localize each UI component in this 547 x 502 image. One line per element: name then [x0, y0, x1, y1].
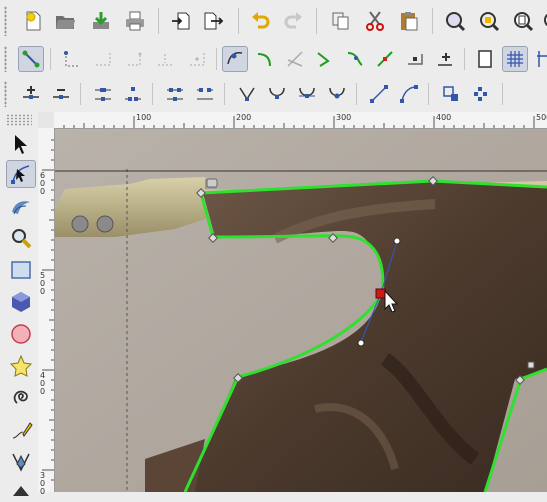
export-file-icon[interactable]	[200, 8, 226, 34]
snap-line-midpoint-icon[interactable]	[372, 46, 398, 72]
node-editor-tool-icon[interactable]	[6, 160, 36, 188]
horizontal-ruler[interactable]: 100 200 300 400 500	[54, 112, 547, 129]
ruler-label: 400	[436, 113, 452, 122]
zoom-tool-icon[interactable]	[6, 224, 36, 252]
snap-guide-icon[interactable]	[532, 46, 547, 72]
make-line-icon[interactable]	[366, 81, 392, 107]
new-document-icon[interactable]	[20, 8, 46, 34]
snap-rotation-center-icon[interactable]	[432, 46, 458, 72]
delete-node-icon[interactable]	[48, 81, 74, 107]
ruler-label: 500	[536, 113, 547, 122]
stroke-to-path-icon[interactable]	[468, 81, 494, 107]
toolbox-grip[interactable]	[6, 114, 32, 126]
zoom-width-icon[interactable]	[540, 8, 547, 34]
object-to-path-icon[interactable]	[438, 81, 464, 107]
zoom-selection-icon[interactable]	[476, 8, 502, 34]
open-icon[interactable]	[52, 8, 78, 34]
commands-toolbar	[0, 0, 547, 43]
node-toolbar: X: 34	[0, 76, 547, 180]
tool-box	[0, 112, 38, 496]
zoom-page-icon[interactable]	[510, 8, 536, 34]
snap-toolbar	[0, 42, 547, 77]
snap-center-icon[interactable]	[184, 46, 210, 72]
vertical-ruler[interactable]: 600 500 400 300	[38, 128, 55, 496]
break-path-icon[interactable]	[120, 81, 146, 107]
paste-icon[interactable]	[396, 8, 422, 34]
make-smooth-icon[interactable]	[264, 81, 290, 107]
snap-midpoint-icon[interactable]	[152, 46, 178, 72]
make-curve-icon[interactable]	[396, 81, 422, 107]
snap-bbox-corner-icon[interactable]	[122, 46, 148, 72]
snap-cusp-icon[interactable]	[312, 46, 338, 72]
ruler-label: 600	[40, 171, 46, 196]
cut-icon[interactable]	[362, 8, 388, 34]
screw-head	[71, 215, 89, 233]
star-tool-icon[interactable]	[6, 352, 36, 380]
snap-object-center-icon[interactable]	[402, 46, 428, 72]
make-symmetric-icon[interactable]	[294, 81, 320, 107]
toolbar-grip[interactable]	[4, 6, 7, 36]
delete-segment-icon[interactable]	[192, 81, 218, 107]
import-file-icon[interactable]	[168, 8, 194, 34]
snap-smooth-icon[interactable]	[342, 46, 368, 72]
insert-node-icon[interactable]	[18, 81, 44, 107]
bezier-handle[interactable]	[357, 339, 365, 347]
ruler-label: 300	[336, 113, 352, 122]
ruler-corner	[38, 112, 54, 128]
bezier-handle[interactable]	[393, 237, 401, 245]
drawing-canvas[interactable]	[55, 129, 547, 492]
pen-tool-icon[interactable]	[6, 448, 36, 476]
toolbar-grip[interactable]	[4, 46, 7, 72]
snap-grid-icon[interactable]	[502, 46, 528, 72]
snap-path-icon[interactable]	[252, 46, 278, 72]
ruler-label: 400	[40, 371, 46, 396]
selected-node[interactable]	[375, 288, 386, 299]
screw-head	[96, 215, 114, 233]
pencil-tool-icon[interactable]	[6, 416, 36, 444]
snap-bbox-edge-icon[interactable]	[90, 46, 116, 72]
redo-icon[interactable]	[280, 8, 306, 34]
copy-icon[interactable]	[328, 8, 354, 34]
toolbar-grip[interactable]	[4, 81, 7, 107]
snap-path-intersection-icon[interactable]	[282, 46, 308, 72]
ruler-label: 200	[236, 113, 252, 122]
snap-bbox-icon[interactable]	[58, 46, 84, 72]
snap-nodes-icon[interactable]	[222, 46, 248, 72]
undo-icon[interactable]	[248, 8, 274, 34]
path-node[interactable]	[527, 361, 535, 369]
selector-tool-icon[interactable]	[6, 130, 36, 158]
horizontal-ruler-ticks	[63, 116, 535, 128]
ellipse-tool-icon[interactable]	[6, 320, 36, 348]
tweak-tool-icon[interactable]	[6, 192, 36, 220]
ruler-label: 500	[40, 271, 46, 296]
spiral-tool-icon[interactable]	[6, 384, 36, 412]
ruler-label: 300	[40, 471, 46, 496]
ruler-label: 100	[136, 113, 152, 122]
calligraphy-tool-icon[interactable]	[6, 474, 36, 502]
zoom-drawing-icon[interactable]	[442, 8, 468, 34]
join-segment-icon[interactable]	[162, 81, 188, 107]
rectangle-tool-icon[interactable]	[6, 256, 36, 284]
snap-toggle-icon[interactable]	[18, 46, 44, 72]
print-icon[interactable]	[122, 8, 148, 34]
snap-page-border-icon[interactable]	[472, 46, 498, 72]
make-auto-smooth-icon[interactable]	[324, 81, 350, 107]
import-icon[interactable]	[88, 8, 114, 34]
make-cusp-icon[interactable]	[234, 81, 260, 107]
3d-box-tool-icon[interactable]	[6, 288, 36, 316]
snap-indicator-icon	[206, 178, 218, 188]
canvas-artwork	[55, 129, 547, 492]
join-nodes-icon[interactable]	[90, 81, 116, 107]
